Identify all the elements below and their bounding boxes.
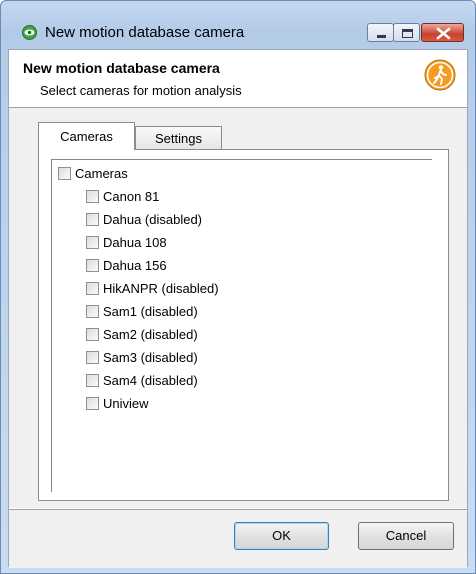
tree-item-dahua-156[interactable]: Dahua 156 <box>86 256 167 274</box>
tree-item-label: Sam1 (disabled) <box>103 303 198 319</box>
checkbox[interactable] <box>86 235 99 249</box>
ok-button[interactable]: OK <box>234 522 329 550</box>
tab-settings[interactable]: Settings <box>135 126 222 150</box>
tree-item-label: Sam2 (disabled) <box>103 326 198 342</box>
cameras-tab-panel: Cameras Canon 81 Dahua (disabled) Dahua … <box>38 149 449 501</box>
close-button[interactable] <box>421 23 464 42</box>
walking-person-icon <box>424 59 456 94</box>
dialog-client: New motion database camera Select camera… <box>8 49 468 568</box>
tree-item-label: Uniview <box>103 395 149 411</box>
checkbox[interactable] <box>86 189 99 203</box>
tree-item-sam2-disabled[interactable]: Sam2 (disabled) <box>86 325 198 343</box>
checkbox[interactable] <box>86 373 99 387</box>
wizard-header: New motion database camera Select camera… <box>9 50 467 108</box>
maximize-icon <box>402 29 413 38</box>
checkbox[interactable] <box>86 258 99 272</box>
tree-item-label: Dahua 108 <box>103 234 167 250</box>
eye-icon[interactable] <box>21 25 38 43</box>
checkbox[interactable] <box>86 281 99 295</box>
tree-item-canon-81[interactable]: Canon 81 <box>86 187 159 205</box>
maximize-button[interactable] <box>393 23 420 42</box>
dialog-window: New motion database camera New motion da… <box>0 0 476 574</box>
tree-item-hikanpr-disabled[interactable]: HikANPR (disabled) <box>86 279 219 297</box>
tree-item-sam1-disabled[interactable]: Sam1 (disabled) <box>86 302 198 320</box>
tab-cameras[interactable]: Cameras <box>38 122 135 150</box>
tree-item-dahua-108[interactable]: Dahua 108 <box>86 233 167 251</box>
tree-item-label: HikANPR (disabled) <box>103 280 219 296</box>
header-subtitle: Select cameras for motion analysis <box>40 83 242 98</box>
checkbox-cameras-root[interactable] <box>58 166 71 180</box>
header-title: New motion database camera <box>23 60 220 76</box>
tree-item-sam3-disabled[interactable]: Sam3 (disabled) <box>86 348 198 366</box>
cancel-button[interactable]: Cancel <box>358 522 454 550</box>
close-icon <box>436 27 451 40</box>
window-title: New motion database camera <box>45 24 245 41</box>
minimize-icon <box>377 35 386 38</box>
checkbox[interactable] <box>86 304 99 318</box>
button-bar: OK Cancel <box>9 509 467 568</box>
checkbox[interactable] <box>86 396 99 410</box>
title-bar[interactable]: New motion database camera <box>1 1 475 42</box>
checkbox[interactable] <box>86 212 99 226</box>
tree-item-uniview[interactable]: Uniview <box>86 394 149 412</box>
tree-root[interactable]: Cameras <box>58 164 128 182</box>
tree-item-sam4-disabled[interactable]: Sam4 (disabled) <box>86 371 198 389</box>
minimize-button[interactable] <box>367 23 394 42</box>
tree-root-label: Cameras <box>75 165 128 181</box>
tree-item-label: Sam3 (disabled) <box>103 349 198 365</box>
tree-item-dahua-disabled[interactable]: Dahua (disabled) <box>86 210 202 228</box>
tree-item-label: Canon 81 <box>103 188 160 204</box>
camera-tree[interactable]: Cameras Canon 81 Dahua (disabled) Dahua … <box>51 159 432 492</box>
checkbox[interactable] <box>86 327 99 341</box>
checkbox[interactable] <box>86 350 99 364</box>
tree-item-label: Sam4 (disabled) <box>103 372 198 388</box>
tree-item-label: Dahua (disabled) <box>103 211 203 227</box>
tree-item-label: Dahua 156 <box>103 257 167 273</box>
